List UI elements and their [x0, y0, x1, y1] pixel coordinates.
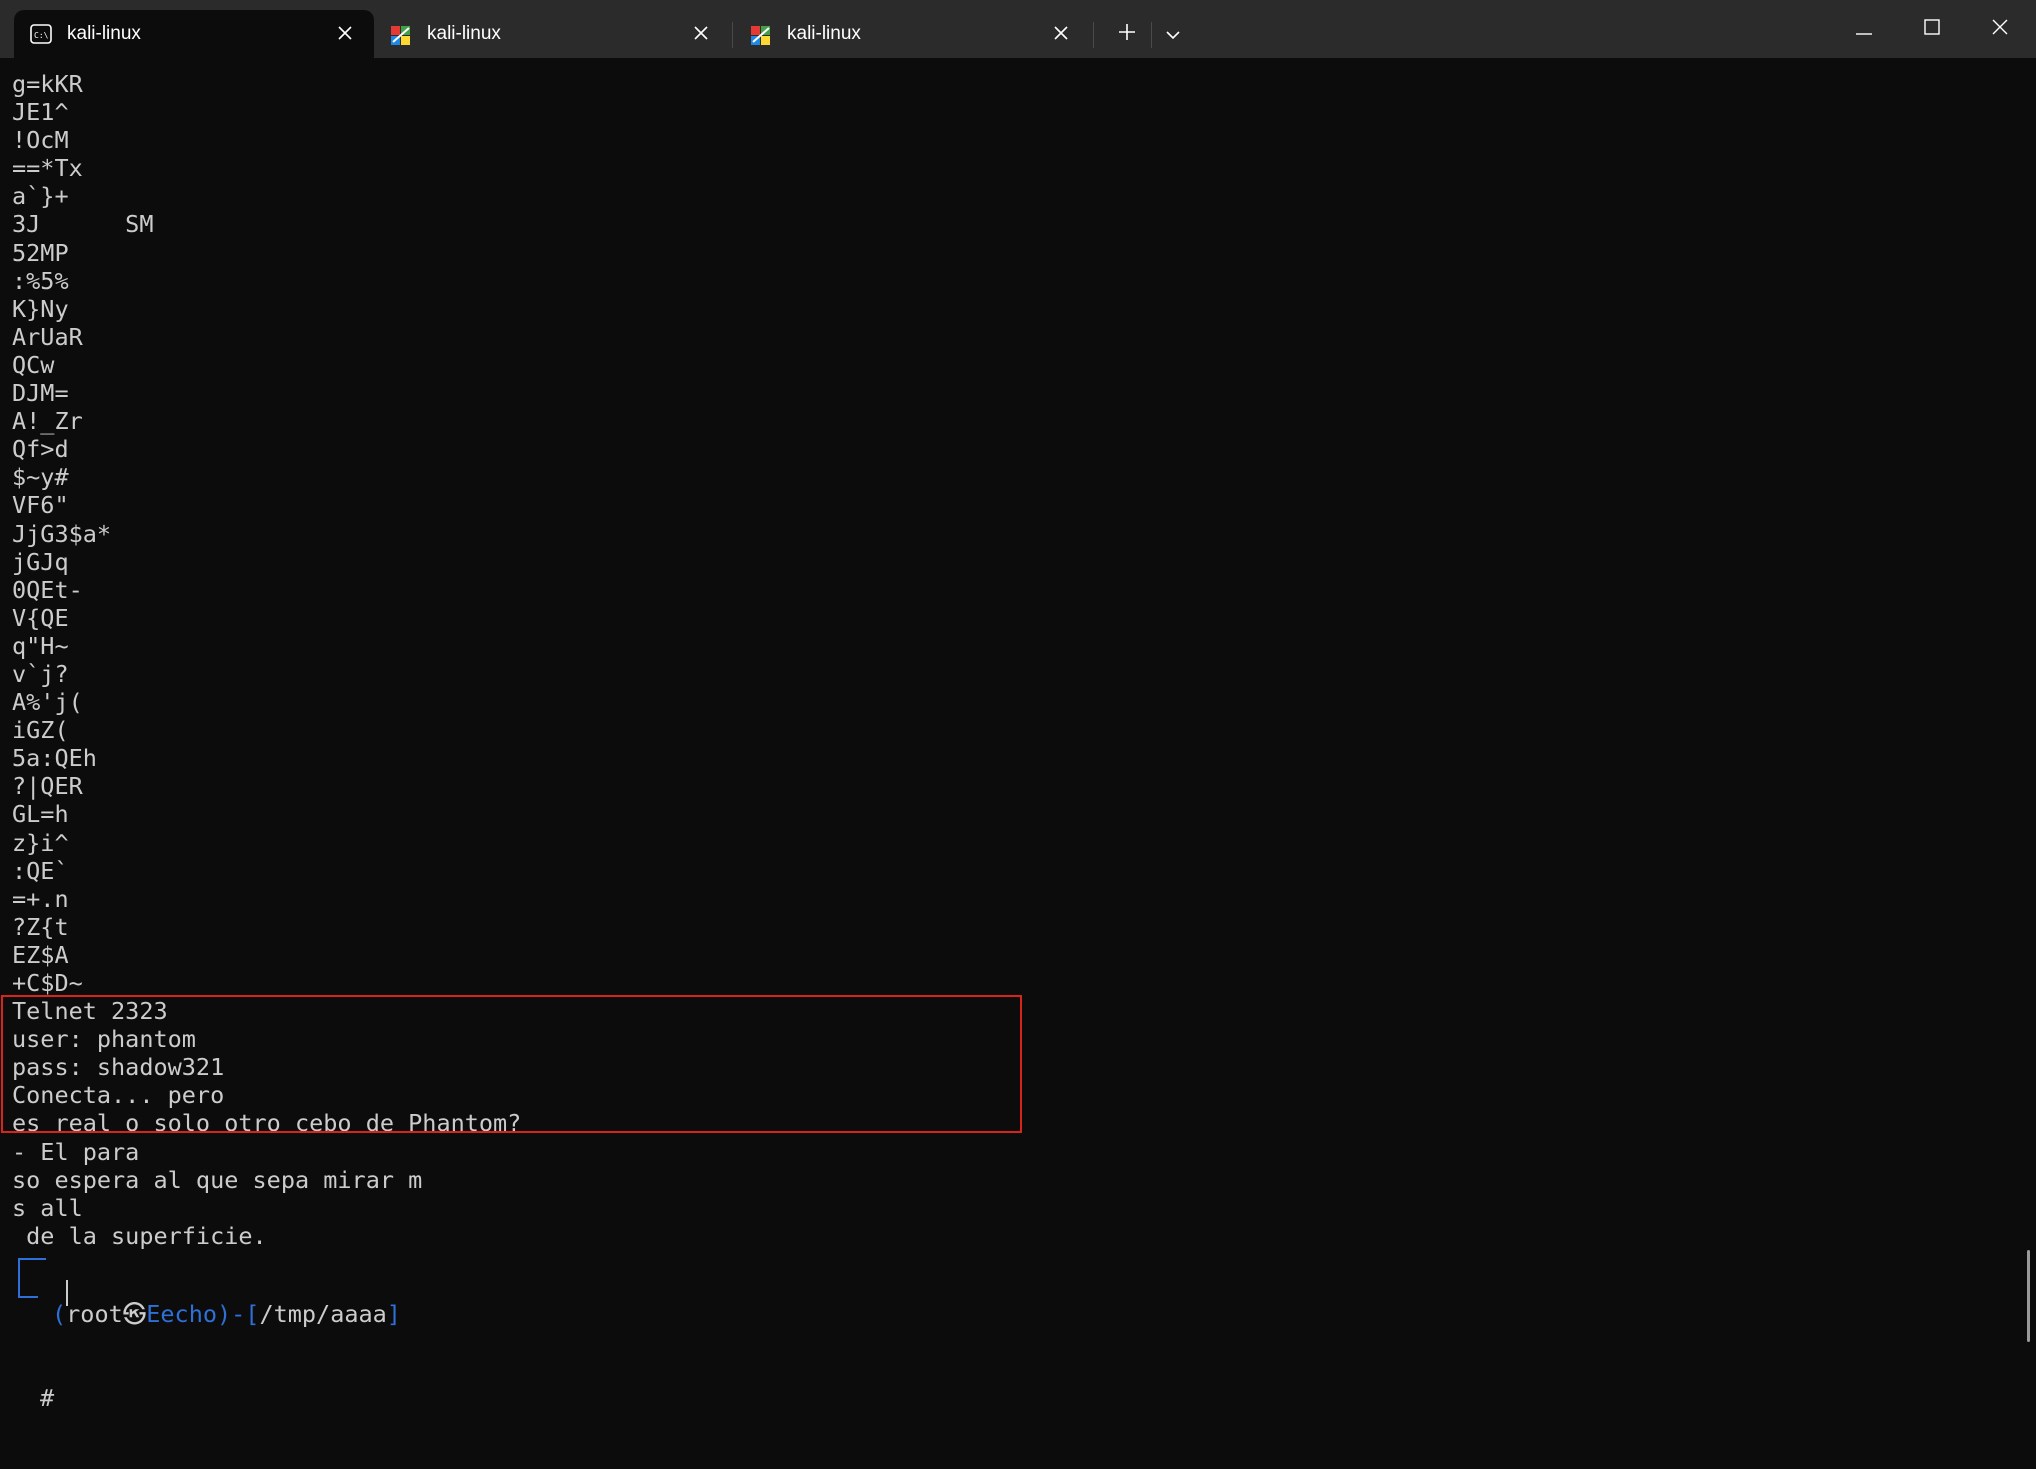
close-window-button[interactable]: [1966, 0, 2034, 58]
prompt-user: root: [66, 1300, 123, 1329]
terminal-line: A!_Zr: [12, 407, 83, 436]
tab-dropdown-button[interactable]: [1155, 14, 1191, 54]
terminal-line: g=kKR: [12, 70, 83, 98]
tab-label: kali-linux: [427, 23, 501, 44]
terminal-line: a`}+: [12, 182, 69, 211]
terminal-line: JjG3$a*: [12, 519, 112, 548]
terminal-line: 0QEt-: [12, 575, 83, 604]
terminal-line: $~y#: [12, 463, 69, 492]
terminal-line: V{QE: [12, 603, 69, 632]
tab-separator: [1093, 22, 1094, 48]
terminal-line: ArUaR: [12, 322, 83, 351]
terminal-area[interactable]: g=kKR JE1^ !OcM ==*Tx a`}+ 3J SM 52MP:%5% K}Ny A…: [0, 58, 2036, 1412]
close-tab-icon[interactable]: [1050, 22, 1072, 44]
terminal-line: ==*Tx: [12, 154, 83, 183]
text-cursor: [66, 1280, 68, 1306]
maximize-icon: [1924, 19, 1940, 39]
tab-kali-linux-1[interactable]: C:\ kali-linux: [14, 10, 374, 58]
new-tab-button[interactable]: [1109, 14, 1145, 54]
terminal-line: ?Z{t: [12, 912, 69, 941]
prompt-host: Eecho: [146, 1300, 217, 1329]
terminal-line: q"H~: [12, 631, 69, 660]
terminal-line: iGZ(: [12, 716, 69, 745]
terminal-line: v`j?: [12, 659, 69, 688]
maximize-button[interactable]: [1898, 0, 1966, 58]
terminal-line: 52MP: [12, 238, 69, 267]
terminal-line: =+.n: [12, 884, 69, 913]
terminal-line: s all: [12, 1193, 83, 1222]
terminal-line: DJM=: [12, 379, 69, 408]
terminal-line: VF6": [12, 491, 69, 520]
terminal-line: - El para: [12, 1137, 140, 1166]
title-bar: C:\ kali-linux kali-linux kali-linux: [0, 0, 2036, 58]
terminal-line: GL=h: [12, 800, 69, 829]
terminal-line: A%'j(: [12, 688, 83, 717]
terminal-line: EZ$A: [12, 940, 69, 969]
terminal-icon: C:\: [30, 24, 52, 44]
tab-kali-linux-3[interactable]: kali-linux: [734, 10, 1090, 58]
terminal-line: :QE`: [12, 856, 69, 885]
terminal-line: jGJq: [12, 547, 69, 576]
prompt-open: (: [52, 1300, 67, 1329]
terminal-line: !OcM: [12, 126, 69, 155]
close-tab-icon[interactable]: [690, 22, 712, 44]
terminal-line: K}Ny: [12, 294, 69, 323]
plus-icon: [1118, 23, 1136, 45]
terminal-line: +C$D~: [12, 969, 83, 997]
terminal-line: QCw: [12, 350, 55, 379]
svg-text:C:\: C:\: [34, 31, 49, 40]
close-icon: [1992, 19, 2008, 39]
prompt-at-symbol: ㉿: [122, 1300, 147, 1329]
chevron-down-icon: [1165, 25, 1181, 44]
terminal-line: Qf>d: [12, 435, 69, 464]
prompt-end: ]: [386, 1300, 401, 1329]
prompt-path: /tmp/aaaa: [259, 1300, 387, 1329]
highlight-box: [1, 995, 1022, 1133]
prompt-symbol: #: [40, 1384, 55, 1413]
terminal-line: z}i^: [12, 828, 69, 857]
minimize-icon: [1856, 20, 1872, 39]
shell-prompt: (root㉿Eecho)-[/tmp/aaaa] #: [12, 1244, 401, 1469]
tab-separator: [1151, 22, 1152, 48]
terminal-line: 5a:QEh: [12, 744, 97, 773]
tab-label: kali-linux: [67, 23, 141, 44]
kali-icon: [390, 24, 412, 45]
tab-separator: [732, 22, 733, 48]
tab-label: kali-linux: [787, 23, 861, 44]
tab-kali-linux-2[interactable]: kali-linux: [374, 10, 730, 58]
terminal-line: ?|QER: [12, 772, 83, 801]
terminal-line: :%5%: [12, 266, 69, 295]
minimize-button[interactable]: [1830, 0, 1898, 58]
scrollbar[interactable]: [2027, 1250, 2030, 1342]
terminal-line: JE1^: [12, 98, 69, 127]
terminal-line: 3J SM: [12, 210, 154, 239]
prompt-close: )-[: [217, 1300, 260, 1329]
close-tab-icon[interactable]: [334, 22, 356, 44]
terminal-line: so espera al que sepa mirar m: [12, 1165, 423, 1194]
kali-icon: [750, 24, 772, 45]
